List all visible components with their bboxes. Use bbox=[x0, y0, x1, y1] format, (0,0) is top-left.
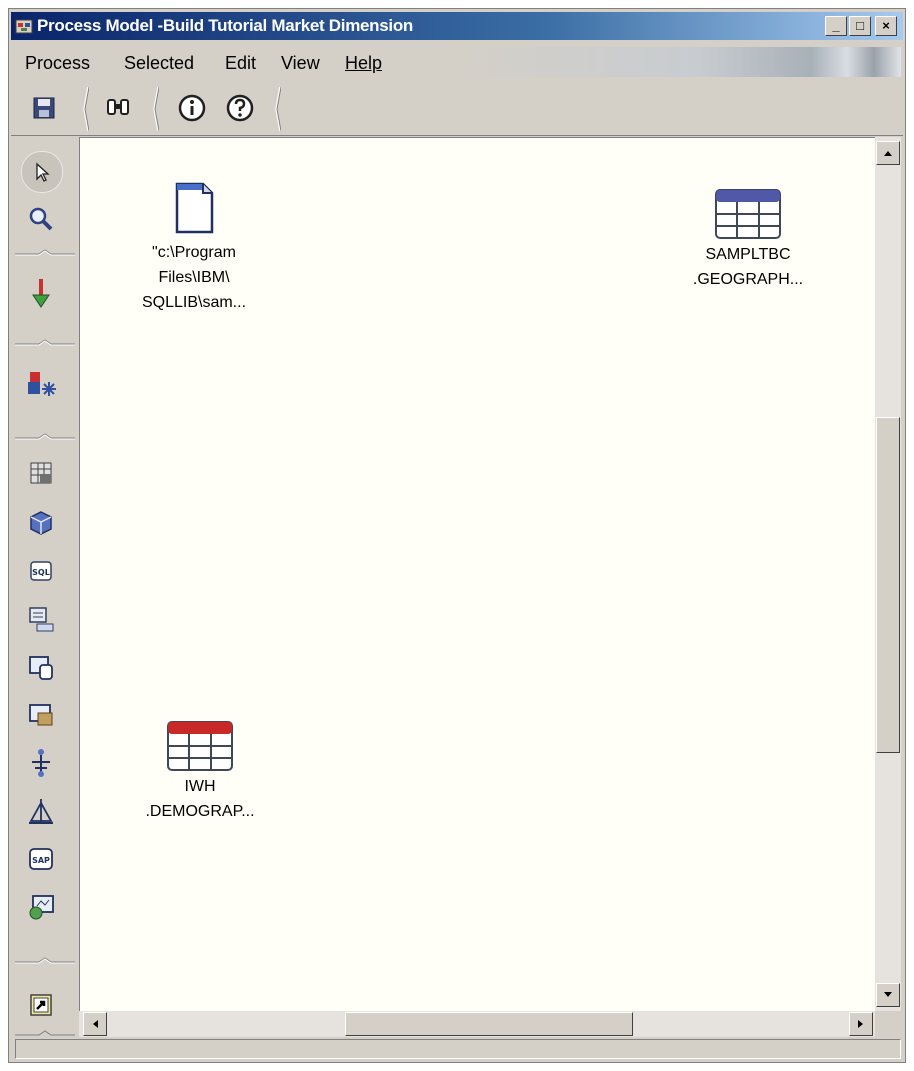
zoom-icon bbox=[29, 207, 53, 231]
palette-separator bbox=[15, 249, 75, 256]
scroll-left-button[interactable] bbox=[83, 1012, 107, 1036]
arrow-left-icon bbox=[93, 1020, 98, 1028]
file-program-tool-button[interactable] bbox=[21, 647, 61, 687]
menu-bar: Process Selected Edit View Help bbox=[11, 43, 903, 79]
menu-help[interactable]: Help bbox=[345, 53, 382, 74]
horizontal-scroll-thumb[interactable] bbox=[345, 1012, 633, 1036]
shortcut-icon bbox=[30, 994, 52, 1016]
statistics-tool-button[interactable] bbox=[21, 791, 61, 831]
transform-tool-button[interactable] bbox=[21, 599, 61, 639]
shortcut-tool-button[interactable] bbox=[21, 985, 61, 1025]
menu-view[interactable]: View bbox=[281, 53, 320, 74]
zoom-tool-button[interactable] bbox=[21, 199, 61, 239]
scroll-right-button[interactable] bbox=[849, 1012, 873, 1036]
link-arrow-icon bbox=[32, 279, 50, 308]
minimize-button[interactable]: _ bbox=[825, 16, 847, 36]
sql-icon: SQL bbox=[30, 561, 52, 581]
tables-tool-button[interactable] bbox=[21, 453, 61, 493]
cube-icon bbox=[30, 511, 52, 535]
sql-tool-button[interactable]: SQL bbox=[21, 551, 61, 591]
select-pointer-icon bbox=[36, 162, 50, 182]
tool-palette: SQL SAP bbox=[11, 137, 77, 1042]
menu-bar-decoration bbox=[451, 47, 901, 77]
node-label: SAMPLTBC .GEOGRAPH... bbox=[692, 246, 804, 288]
menu-process[interactable]: Process bbox=[25, 53, 90, 74]
status-bar bbox=[15, 1039, 901, 1059]
horizontal-scrollbar[interactable] bbox=[79, 1011, 875, 1037]
file-program-icon bbox=[29, 656, 53, 680]
source-file-node[interactable]: "c:\Program Files\IBM\ SQLLIB\sam... bbox=[114, 182, 274, 315]
node-label: IWH .DEMOGRAP... bbox=[145, 778, 255, 820]
scroll-up-button[interactable] bbox=[876, 141, 900, 165]
find-binoculars-icon bbox=[107, 99, 129, 115]
title-bar[interactable]: Process Model -Build Tutorial Market Dim… bbox=[11, 12, 903, 40]
process-canvas[interactable]: "c:\Program Files\IBM\ SQLLIB\sam... SAM… bbox=[79, 137, 876, 1012]
help-button[interactable] bbox=[223, 91, 257, 125]
olap-tool-button[interactable] bbox=[21, 695, 61, 735]
palette-separator bbox=[15, 339, 75, 346]
table-icon bbox=[167, 721, 233, 771]
save-button[interactable] bbox=[27, 91, 61, 125]
vertical-scroll-thumb[interactable] bbox=[876, 417, 900, 753]
table-icon bbox=[715, 189, 781, 239]
toolbar bbox=[11, 81, 903, 136]
palette-separator bbox=[15, 1030, 75, 1036]
sap-tool-button[interactable]: SAP bbox=[21, 839, 61, 879]
palette-separator bbox=[15, 433, 75, 440]
save-icon bbox=[33, 97, 55, 119]
arrow-down-icon bbox=[884, 992, 892, 997]
window-title: Process Model -Build Tutorial Market Dim… bbox=[37, 16, 414, 35]
cube-tool-button[interactable] bbox=[21, 503, 61, 543]
arrow-up-icon bbox=[884, 151, 892, 156]
process-model-window: Process Model -Build Tutorial Market Dim… bbox=[8, 8, 906, 1063]
link-tool-button[interactable] bbox=[21, 273, 61, 313]
palette-separator bbox=[15, 957, 75, 964]
svg-text:SAP: SAP bbox=[32, 856, 50, 865]
web-tool-button[interactable] bbox=[21, 887, 61, 927]
toolbar-separator bbox=[275, 87, 281, 131]
task-flow-icon bbox=[28, 372, 56, 396]
tree-transform-tool-button[interactable] bbox=[21, 743, 61, 783]
info-button[interactable] bbox=[175, 91, 209, 125]
sap-icon: SAP bbox=[29, 848, 53, 870]
app-icon bbox=[15, 19, 33, 34]
arrow-right-icon bbox=[858, 1020, 863, 1028]
select-tool-button[interactable] bbox=[21, 151, 63, 193]
node-label: "c:\Program Files\IBM\ SQLLIB\sam... bbox=[141, 244, 247, 311]
scrollbar-corner bbox=[875, 1011, 901, 1037]
tree-transform-icon bbox=[32, 749, 50, 777]
source-table-node[interactable]: IWH .DEMOGRAP... bbox=[120, 720, 280, 824]
find-button[interactable] bbox=[101, 91, 135, 125]
vertical-scrollbar[interactable] bbox=[875, 137, 901, 1011]
transform-icon bbox=[29, 607, 54, 632]
menu-edit[interactable]: Edit bbox=[225, 53, 256, 74]
toolbar-separator bbox=[83, 87, 89, 131]
close-button[interactable]: × bbox=[875, 16, 897, 36]
menu-selected[interactable]: Selected bbox=[124, 53, 194, 74]
file-icon bbox=[175, 182, 214, 234]
help-icon bbox=[226, 94, 254, 122]
olap-icon bbox=[29, 704, 53, 726]
scroll-down-button[interactable] bbox=[876, 983, 900, 1007]
maximize-button[interactable]: □ bbox=[849, 16, 871, 36]
target-table-node[interactable]: SAMPLTBC .GEOGRAPH... bbox=[668, 188, 828, 292]
info-icon bbox=[178, 94, 206, 122]
tables-icon bbox=[30, 462, 52, 484]
svg-text:SQL: SQL bbox=[32, 568, 50, 577]
statistics-icon bbox=[29, 799, 53, 824]
toolbar-separator bbox=[153, 87, 159, 131]
web-icon bbox=[29, 895, 54, 920]
task-flow-tool-button[interactable] bbox=[21, 363, 61, 403]
